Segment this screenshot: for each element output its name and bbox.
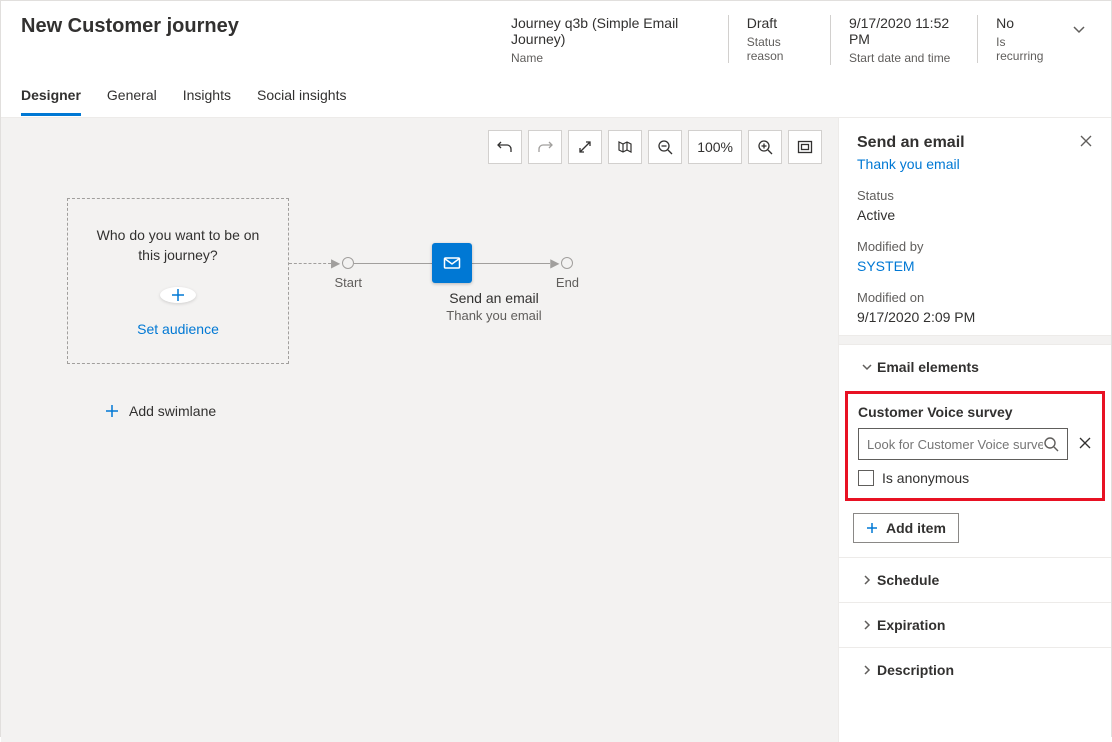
section-email-elements[interactable]: Email elements (839, 345, 1111, 389)
tab-insights[interactable]: Insights (183, 87, 231, 116)
survey-remove-button[interactable] (1078, 436, 1092, 453)
redo-button[interactable] (528, 130, 562, 164)
designer-canvas[interactable]: 100% Who do you want to be on this journ… (1, 117, 838, 742)
is-anonymous-checkbox[interactable]: Is anonymous (858, 470, 1092, 486)
end-node[interactable]: End (561, 257, 573, 269)
mail-icon (442, 253, 462, 273)
journey-flow: ▶ Start ▶ End (289, 243, 573, 283)
properties-panel: Send an email Thank you email Status Act… (838, 117, 1111, 742)
undo-button[interactable] (488, 130, 522, 164)
panel-close-button[interactable] (1079, 134, 1093, 151)
add-swimlane-button[interactable]: Add swimlane (105, 403, 216, 419)
header-expand-button[interactable] (1067, 15, 1091, 46)
chevron-right-icon (857, 664, 877, 676)
chevron-right-icon (857, 619, 877, 631)
modifiedby-label: Modified by (857, 239, 1093, 254)
header-field-name[interactable]: Journey q3b (Simple Email Journey) Name (511, 15, 728, 65)
section-description[interactable]: Description (839, 647, 1111, 692)
customer-voice-survey-area: Customer Voice survey Is anonymous (845, 391, 1105, 501)
email-tile-caption: Send an email Thank you email (429, 290, 559, 323)
header-field-startdate[interactable]: 9/17/2020 11:52 PM Start date and time (830, 15, 977, 65)
canvas-toolbar: 100% (488, 130, 822, 164)
status-value: Active (857, 207, 1093, 223)
plus-icon (866, 522, 878, 534)
audience-question: Who do you want to be on this journey? (86, 225, 270, 265)
modifiedon-value: 9/17/2020 2:09 PM (857, 309, 1093, 325)
close-icon (1078, 436, 1092, 450)
page-title: New Customer journey (21, 15, 511, 38)
chevron-right-icon (857, 574, 877, 586)
zoom-in-button[interactable] (748, 130, 782, 164)
record-header: New Customer journey Journey q3b (Simple… (1, 1, 1111, 65)
modifiedby-value[interactable]: SYSTEM (857, 258, 1093, 274)
tab-social-insights[interactable]: Social insights (257, 87, 347, 116)
set-audience-link[interactable]: Set audience (137, 321, 219, 337)
survey-lookup-input[interactable] (867, 437, 1043, 452)
panel-record-link[interactable]: Thank you email (857, 156, 1093, 172)
search-icon (1043, 436, 1059, 452)
minimap-button[interactable] (608, 130, 642, 164)
survey-lookup[interactable] (858, 428, 1068, 460)
fit-to-screen-button[interactable] (788, 130, 822, 164)
arrow-right-icon: ▶ (550, 256, 559, 270)
start-node[interactable]: Start (342, 257, 354, 269)
send-email-tile[interactable] (432, 243, 472, 283)
checkbox-icon (858, 470, 874, 486)
chevron-down-icon (857, 361, 877, 373)
zoom-level[interactable]: 100% (688, 130, 742, 164)
audience-placeholder[interactable]: Who do you want to be on this journey? S… (67, 198, 289, 364)
survey-label: Customer Voice survey (858, 404, 1092, 420)
tab-bar: Designer General Insights Social insight… (1, 65, 1111, 117)
expand-button[interactable] (568, 130, 602, 164)
plus-icon (105, 404, 119, 418)
panel-title: Send an email (857, 134, 965, 152)
add-item-button[interactable]: Add item (853, 513, 959, 543)
tab-designer[interactable]: Designer (21, 87, 81, 116)
header-field-status[interactable]: Draft Status reason (728, 15, 830, 63)
section-schedule[interactable]: Schedule (839, 557, 1111, 602)
arrow-right-icon: ▶ (331, 256, 340, 270)
modifiedon-label: Modified on (857, 290, 1093, 305)
tab-general[interactable]: General (107, 87, 157, 116)
close-icon (1079, 134, 1093, 148)
section-expiration[interactable]: Expiration (839, 602, 1111, 647)
add-audience-button[interactable] (160, 287, 196, 303)
header-field-recurring[interactable]: No Is recurring (977, 15, 1067, 63)
zoom-out-button[interactable] (648, 130, 682, 164)
status-label: Status (857, 188, 1093, 203)
